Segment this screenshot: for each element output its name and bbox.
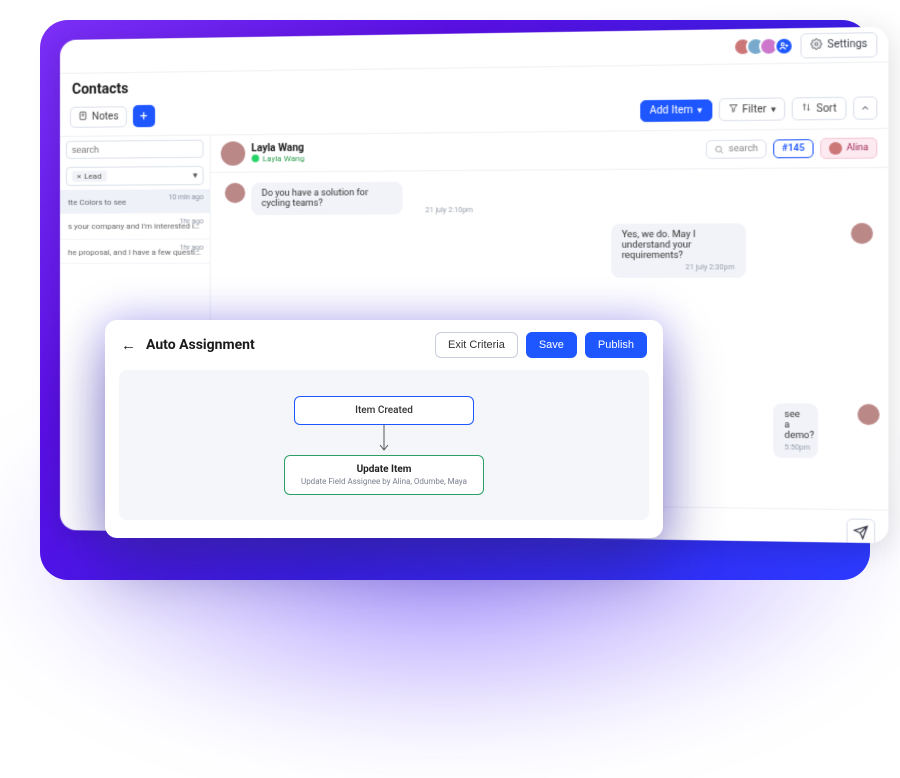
settings-button[interactable]: Settings <box>801 32 877 58</box>
message-row: Do you have a solution for cycling teams… <box>225 179 873 216</box>
modal-title: Auto Assignment <box>146 337 255 353</box>
send-icon <box>853 525 868 540</box>
avatar <box>829 142 842 155</box>
whatsapp-icon <box>251 154 259 164</box>
notes-button[interactable]: Notes <box>70 106 127 128</box>
assigned-user-pill[interactable]: Alina <box>820 137 877 159</box>
avatar <box>225 183 245 203</box>
flow-node-title: Update Item <box>301 464 467 475</box>
contact-status: Layla Wang <box>251 153 304 164</box>
sort-label: Sort <box>816 103 836 115</box>
flow-node-action[interactable]: Update Item Update Field Assignee by Ali… <box>284 455 484 495</box>
filter-icon <box>728 103 738 116</box>
message-bubble: Do you have a solution for cycling teams… <box>251 182 402 215</box>
exit-criteria-button[interactable]: Exit Criteria <box>435 332 518 358</box>
message-time: 21 july 2:10pm <box>425 206 473 214</box>
tag-filter-select[interactable]: × Lead <box>66 166 204 186</box>
filter-label: Filter <box>742 103 766 115</box>
message-time: 21 july 2:30pm <box>622 263 735 271</box>
sort-icon <box>802 102 812 115</box>
sort-button[interactable]: Sort <box>792 97 846 121</box>
back-button[interactable]: ← <box>121 336 136 354</box>
avatar-stack[interactable] <box>740 36 794 56</box>
modal-header: ← Auto Assignment Exit Criteria Save Pub… <box>105 320 663 370</box>
message-bubble: see a demo? 5:50pm <box>774 403 819 458</box>
avatar <box>851 223 873 244</box>
chevron-down-icon <box>193 170 198 181</box>
chevron-down-icon <box>771 103 776 115</box>
add-item-label: Add Item <box>650 104 693 116</box>
notes-label: Notes <box>92 111 119 122</box>
list-item[interactable]: 1hr ago he proposal, and I have a few qu… <box>60 239 210 263</box>
contact-avatar[interactable] <box>221 141 245 165</box>
gear-icon <box>811 38 823 53</box>
message-bubble: Yes, we do. May I understand your requir… <box>611 223 746 277</box>
flow-arrow-icon <box>378 425 390 455</box>
avatar <box>858 404 880 425</box>
add-item-button[interactable]: Add Item <box>640 99 712 122</box>
ticket-badge[interactable]: #145 <box>773 139 813 158</box>
flow-node-desc: Update Field Assignee by Alina, Odumbe, … <box>301 477 467 486</box>
save-button[interactable]: Save <box>526 332 577 358</box>
contact-name: Layla Wang <box>251 142 304 154</box>
list-item-time: 1hr ago <box>180 217 204 225</box>
chat-search-input[interactable]: search <box>706 140 767 159</box>
search-icon <box>715 145 725 154</box>
list-item-time: 10 min ago <box>168 193 203 201</box>
flow-node-start[interactable]: Item Created <box>294 396 474 425</box>
list-item[interactable]: 1hr ago s your company and I'm intereste… <box>60 213 210 239</box>
flow-canvas[interactable]: Item Created Update Item Update Field As… <box>119 370 649 520</box>
collapse-button[interactable] <box>853 96 877 119</box>
add-button[interactable]: + <box>133 105 155 127</box>
publish-button[interactable]: Publish <box>585 332 647 358</box>
tag-chip[interactable]: × Lead <box>72 171 107 182</box>
send-button[interactable] <box>847 518 876 543</box>
message-row: Yes, we do. May I understand your requir… <box>225 223 873 278</box>
chat-header: Layla Wang Layla Wang search <box>211 129 889 173</box>
add-member-icon[interactable] <box>775 36 795 55</box>
list-item-time: 1hr ago <box>180 243 204 251</box>
auto-assignment-modal: ← Auto Assignment Exit Criteria Save Pub… <box>105 320 663 538</box>
list-item[interactable]: 10 min ago tte Colors to see <box>60 189 210 214</box>
chevron-down-icon <box>697 104 702 116</box>
settings-label: Settings <box>827 39 867 51</box>
note-icon <box>78 110 88 123</box>
message-time: 5:50pm <box>784 443 807 452</box>
filter-button[interactable]: Filter <box>718 97 785 121</box>
sidebar-search-input[interactable] <box>66 140 204 159</box>
